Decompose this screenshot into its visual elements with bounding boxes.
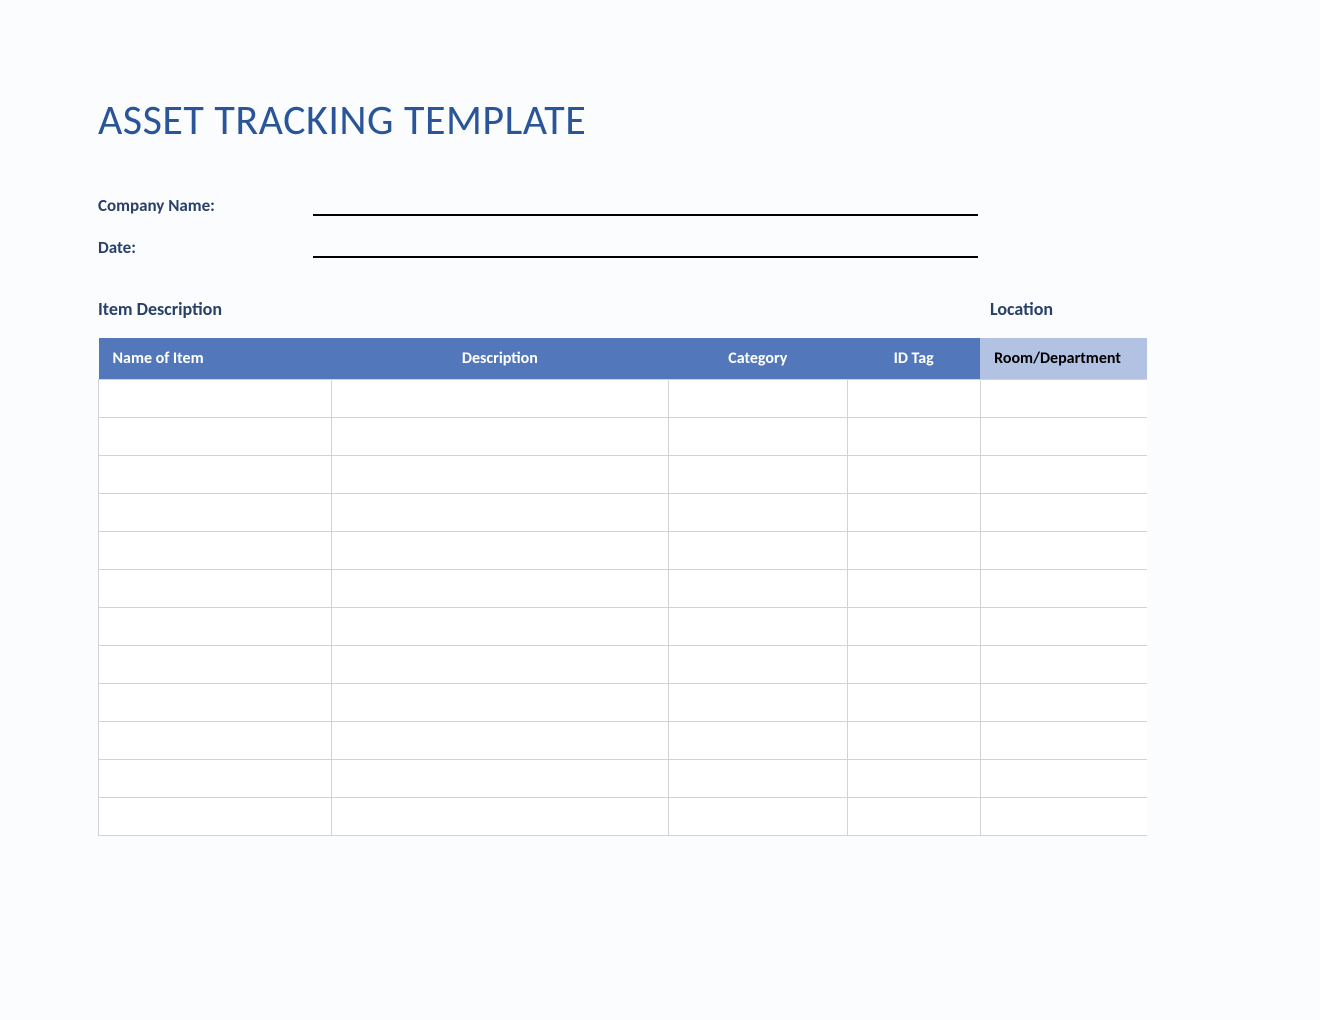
table-cell[interactable] (847, 760, 980, 798)
table-cell[interactable] (980, 494, 1147, 532)
table-cell[interactable] (980, 646, 1147, 684)
header-room: Room/Department (980, 338, 1147, 380)
table-cell[interactable] (99, 760, 332, 798)
table-row (99, 494, 1148, 532)
table-cell[interactable] (668, 722, 847, 760)
table-row (99, 646, 1148, 684)
table-cell[interactable] (668, 494, 847, 532)
header-category: Category (668, 338, 847, 380)
header-id-tag: ID Tag (847, 338, 980, 380)
table-cell[interactable] (980, 570, 1147, 608)
table-cell[interactable] (331, 684, 668, 722)
table-cell[interactable] (847, 532, 980, 570)
table-row (99, 608, 1148, 646)
table-cell[interactable] (331, 608, 668, 646)
table-cell[interactable] (980, 380, 1147, 418)
date-row: Date: (98, 236, 1320, 258)
table-cell[interactable] (668, 760, 847, 798)
table-row (99, 418, 1148, 456)
table-cell[interactable] (331, 494, 668, 532)
company-name-label: Company Name: (98, 195, 313, 216)
table-cell[interactable] (980, 532, 1147, 570)
document-title: ASSET TRACKING TEMPLATE (98, 95, 1320, 146)
table-cell[interactable] (331, 570, 668, 608)
table-cell[interactable] (980, 722, 1147, 760)
table-row (99, 570, 1148, 608)
table-cell[interactable] (847, 418, 980, 456)
table-cell[interactable] (847, 684, 980, 722)
table-cell[interactable] (847, 722, 980, 760)
table-cell[interactable] (980, 760, 1147, 798)
section-headers: Item Description Location (98, 298, 1320, 320)
table-cell[interactable] (331, 646, 668, 684)
table-cell[interactable] (99, 646, 332, 684)
table-header-row: Name of Item Description Category ID Tag… (99, 338, 1148, 380)
table-cell[interactable] (847, 798, 980, 836)
table-row (99, 798, 1148, 836)
company-name-row: Company Name: (98, 194, 1320, 216)
table-cell[interactable] (980, 418, 1147, 456)
table-cell[interactable] (847, 646, 980, 684)
table-cell[interactable] (331, 418, 668, 456)
table-row (99, 684, 1148, 722)
table-cell[interactable] (331, 798, 668, 836)
table-cell[interactable] (99, 532, 332, 570)
table-cell[interactable] (668, 418, 847, 456)
table-cell[interactable] (331, 760, 668, 798)
table-cell[interactable] (668, 684, 847, 722)
header-name: Name of Item (99, 338, 332, 380)
table-cell[interactable] (847, 494, 980, 532)
table-cell[interactable] (331, 722, 668, 760)
table-row (99, 456, 1148, 494)
table-cell[interactable] (668, 380, 847, 418)
date-label: Date: (98, 237, 313, 258)
table-cell[interactable] (99, 380, 332, 418)
table-cell[interactable] (847, 570, 980, 608)
table-cell[interactable] (668, 532, 847, 570)
location-section-label: Location (990, 298, 1053, 320)
company-name-input-line[interactable] (313, 194, 978, 216)
asset-table: Name of Item Description Category ID Tag… (98, 338, 1147, 836)
table-cell[interactable] (668, 456, 847, 494)
table-cell[interactable] (331, 456, 668, 494)
table-cell[interactable] (980, 798, 1147, 836)
table-cell[interactable] (668, 798, 847, 836)
table-cell[interactable] (331, 380, 668, 418)
table-cell[interactable] (331, 532, 668, 570)
table-cell[interactable] (99, 456, 332, 494)
table-row (99, 532, 1148, 570)
table-cell[interactable] (99, 684, 332, 722)
table-row (99, 722, 1148, 760)
table-cell[interactable] (980, 684, 1147, 722)
table-cell[interactable] (847, 380, 980, 418)
table-cell[interactable] (847, 456, 980, 494)
header-description: Description (331, 338, 668, 380)
table-cell[interactable] (980, 608, 1147, 646)
table-cell[interactable] (980, 456, 1147, 494)
table-cell[interactable] (668, 608, 847, 646)
table-cell[interactable] (99, 570, 332, 608)
table-cell[interactable] (668, 570, 847, 608)
table-cell[interactable] (668, 646, 847, 684)
table-cell[interactable] (99, 798, 332, 836)
table-row (99, 760, 1148, 798)
table-cell[interactable] (99, 418, 332, 456)
table-cell[interactable] (847, 608, 980, 646)
table-cell[interactable] (99, 608, 332, 646)
item-description-section-label: Item Description (98, 298, 990, 320)
table-cell[interactable] (99, 722, 332, 760)
table-row (99, 380, 1148, 418)
date-input-line[interactable] (313, 236, 978, 258)
table-cell[interactable] (99, 494, 332, 532)
